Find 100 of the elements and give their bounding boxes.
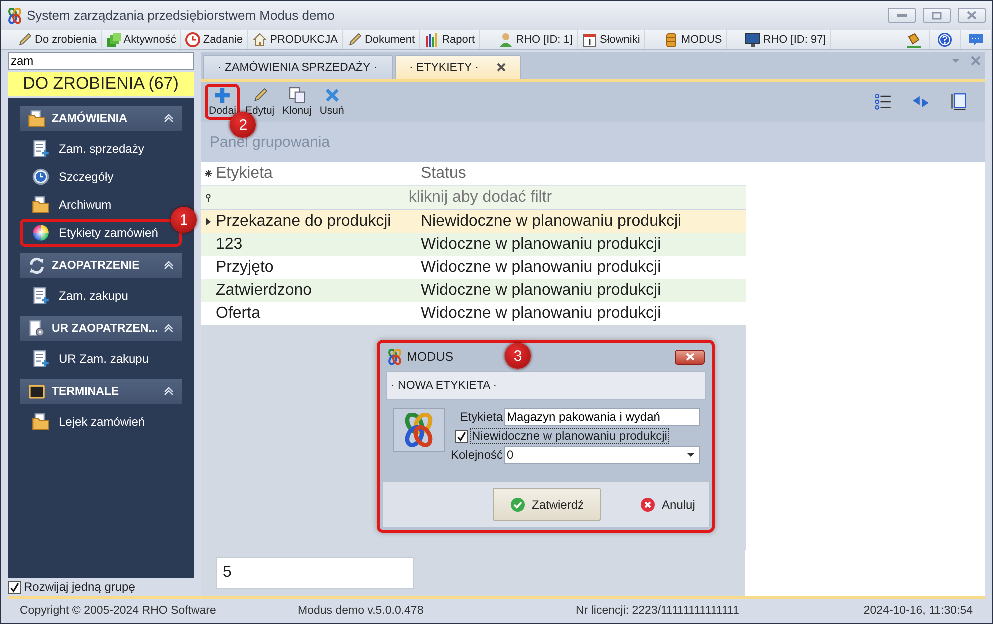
table-cell-text: 123 [215, 236, 244, 254]
document-plus-icon [32, 287, 50, 305]
table-row[interactable]: 123 Widoczne w planowaniu produkcji [201, 233, 746, 256]
search-field[interactable]: zam [8, 52, 194, 70]
todo-banner: DO ZROBIENIA (67) [8, 72, 194, 96]
stack-icon [106, 32, 122, 48]
status-text: Copyright © 2005-2024 RHO Software [20, 605, 218, 617]
tab[interactable]: · ETYKIETY · [394, 55, 521, 79]
table-row[interactable]: Zatwierdzono Widoczne w planowaniu produkcji [201, 279, 746, 302]
input-field[interactable]: Magazyn pakowania i wydań [504, 408, 700, 426]
collapse-icon[interactable] [164, 261, 174, 270]
menu-item[interactable]: Raport [420, 30, 480, 49]
toolbar-button[interactable]: Klonuj [280, 85, 315, 119]
row-count: 5 [216, 557, 414, 589]
menu-item[interactable]: Dokument [342, 30, 420, 49]
column-header[interactable]: Etykieta [215, 164, 420, 182]
group-header[interactable]: ZAOPATRZENIE [20, 253, 182, 278]
filter-icon [206, 194, 210, 202]
collapse-icon[interactable] [164, 324, 174, 333]
column-header[interactable]: Status [420, 164, 746, 182]
field-label: Kolejność [451, 448, 504, 462]
group-header[interactable]: ZAMÓWIENIA [20, 106, 182, 131]
group-header[interactable]: TERMINALE [20, 379, 182, 404]
sidebar-item[interactable]: Archiwum [20, 191, 124, 219]
confirm-button[interactable]: Zatwierdź [493, 488, 602, 521]
close-icon [686, 353, 694, 361]
menu-item[interactable]: RHO [ID: 1] [494, 30, 578, 49]
document-plus-icon [32, 140, 50, 158]
document-gear-icon [28, 320, 46, 338]
toolbar-button[interactable]: Usuń [316, 85, 348, 119]
copy-icon [288, 87, 306, 104]
monitor-icon [745, 32, 762, 48]
status-text: Nr licencji: 2223/11111111111111 [576, 605, 740, 617]
maximize-button[interactable] [923, 8, 951, 23]
cancel-button[interactable]: Anuluj [623, 488, 712, 521]
column-width-icon [950, 93, 968, 111]
new-row-icon [204, 170, 212, 177]
close-icon[interactable] [496, 63, 506, 72]
sidebar-item[interactable]: Lejek zamówień [20, 408, 158, 436]
delete-icon [324, 87, 341, 104]
checkbox-label: Rozwijaj jedną grupę [24, 580, 136, 594]
group-header[interactable]: UR ZAOPATRZEN... [20, 316, 182, 341]
section-header: · NOWA ETYKIETA · [386, 371, 706, 400]
menu-item[interactable]: PRODUKCJA [248, 30, 343, 49]
table-cell-text: Oferta [215, 304, 262, 322]
table-cell-text: Przekazane do produkcji [215, 212, 392, 230]
collapse-icon[interactable] [164, 114, 174, 123]
calendar-icon [582, 32, 598, 48]
table-cell-text: Zatwierdzono [215, 282, 314, 300]
dialog-title: MODUS [407, 350, 454, 364]
refresh-icon [28, 256, 46, 274]
checkbox[interactable] [455, 430, 468, 442]
checkbox-label: Niewidoczne w planowaniu produkcji [470, 428, 670, 444]
menu-item[interactable]: Do zrobienia [13, 30, 102, 49]
dropdown-icon [687, 452, 695, 458]
sidebar-item[interactable]: Zam. zakupu [20, 282, 140, 310]
person-icon [498, 32, 514, 48]
menu-item[interactable]: Zadanie [181, 30, 248, 49]
checkmark-icon [510, 496, 526, 512]
table-cell-text: Widoczne w planowaniu produkcji [420, 236, 662, 254]
sidebar-item[interactable]: UR Zam. zakupu [20, 345, 162, 373]
field-label: Etykieta [459, 410, 504, 424]
collapse-icon[interactable] [164, 387, 174, 396]
checkbox[interactable] [8, 580, 21, 594]
clock-icon [32, 168, 50, 186]
chat-icon [968, 32, 984, 48]
tab[interactable]: · ZAMÓWIENIA SPRZEDAŻY · [203, 55, 393, 79]
menu-item[interactable]: RHO [ID: 97] [741, 30, 832, 49]
callout-number: 3 [505, 343, 531, 369]
menu-item[interactable]: Aktywność [102, 30, 182, 49]
plus-icon [214, 87, 232, 104]
close-button[interactable] [675, 350, 705, 364]
table-cell-text: Widoczne w planowaniu produkcji [420, 258, 662, 276]
table-row[interactable]: Przyjęto Widoczne w planowaniu produkcji [201, 256, 746, 279]
sidebar-item[interactable]: Zam. sprzedaży [20, 135, 156, 163]
window-title: System zarządzania przedsiębiorstwem Modus demo [27, 8, 335, 23]
status-text: 2024-10-16, 11:30:54 [864, 605, 973, 617]
status-text: Modus demo v.5.0.0.478 [298, 605, 425, 617]
menu-item[interactable]: Słowniki [578, 30, 646, 49]
menu-item[interactable]: MODUS [659, 30, 728, 49]
dropdown-field[interactable]: 0 [504, 446, 700, 464]
paint-bucket-icon [906, 32, 922, 48]
current-row-icon [206, 218, 210, 226]
terminal-icon [28, 382, 46, 400]
folder-icon [32, 196, 50, 214]
folder-icon [32, 413, 50, 431]
callout-number: 1 [171, 207, 197, 233]
cancel-icon [640, 496, 656, 512]
maximize-icon [932, 12, 942, 20]
pencil-icon [252, 87, 269, 104]
close-icon [967, 11, 977, 20]
table-cell-text: Widoczne w planowaniu produkcji [420, 304, 662, 322]
sidebar-item[interactable]: Szczegóły [20, 163, 126, 191]
document-plus-icon [32, 350, 50, 368]
table-cell-text: Przyjęto [215, 258, 275, 276]
table-cell-text: Niewidoczne w planowaniu produkcji [420, 212, 683, 230]
logo-icon [7, 8, 23, 24]
table-row[interactable]: Oferta Widoczne w planowaniu produkcji [201, 302, 746, 325]
minimize-button[interactable] [888, 8, 916, 23]
table-row[interactable]: Przekazane do produkcji Niewidoczne w planowaniu produkcji [201, 210, 746, 233]
